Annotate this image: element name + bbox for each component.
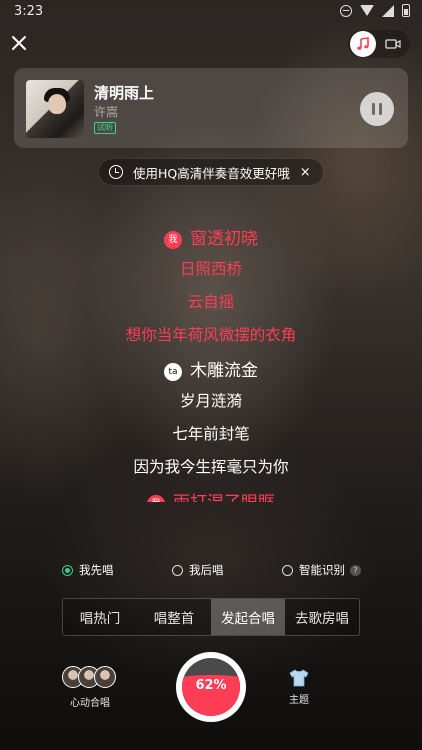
lyric-text: 七年前封笔	[172, 425, 250, 443]
wifi-icon	[360, 5, 374, 16]
lyric-line: ta 木雕流金	[0, 356, 422, 381]
lyric-line: 我窗透初晓	[0, 224, 422, 249]
record-progress: 62%	[182, 658, 240, 716]
lyric-text: 云自摇	[187, 293, 235, 311]
lyric-text: 窗透初晓	[190, 229, 258, 249]
lyrics-panel: 我窗透初晓 日照西桥 云自摇 想你当年荷风微摆的衣角 ta 木雕流金 岁月涟漪 七年前封笔 因为…	[0, 220, 422, 502]
close-icon	[12, 36, 26, 50]
song-artist: 许嵩	[94, 105, 119, 119]
record-progress-label: 62%	[195, 678, 227, 693]
radio-smart-detect[interactable]	[282, 564, 293, 576]
hq-tip[interactable]: 使用HQ高清伴奏音效更好哦 ×	[98, 158, 324, 186]
option-smart-detect[interactable]: 智能识别 ?	[282, 562, 361, 578]
lyric-line: 我 雨打湿了眼眶	[0, 488, 422, 502]
mode-switch[interactable]	[348, 30, 410, 58]
avatar	[94, 666, 116, 688]
lyric-line: 因为我今生挥毫只为你	[0, 455, 422, 477]
hq-tip-text: 使用HQ高清伴奏音效更好哦	[133, 165, 290, 181]
signal-icon	[382, 4, 394, 17]
status-bar: 3:23	[0, 0, 422, 24]
option-sing-first[interactable]: 我先唱	[62, 562, 114, 578]
battery-icon	[402, 4, 410, 17]
duet-avatars	[62, 666, 118, 690]
radio-sing-first[interactable]	[62, 564, 73, 576]
hq-tip-close-button[interactable]: ×	[300, 165, 311, 180]
my-part-tag: 我	[164, 231, 182, 249]
option-label: 我后唱	[189, 563, 224, 577]
lyric-text: 岁月涟漪	[179, 392, 242, 410]
sing-mode-tabs: 唱热门 唱整首 发起合唱 去歌房唱	[62, 598, 360, 636]
theme-button[interactable]: 主题	[284, 668, 314, 706]
lyric-line: 云自摇	[0, 290, 422, 312]
option-label: 我先唱	[79, 563, 114, 577]
shirt-icon	[288, 668, 310, 688]
option-sing-after[interactable]: 我后唱	[172, 562, 224, 578]
bottom-bar: 心动合唱 62% 主题	[0, 650, 422, 750]
radio-sing-after[interactable]	[172, 564, 183, 576]
hq-info-icon	[109, 165, 123, 179]
music-note-icon	[357, 37, 369, 50]
option-label: 智能识别	[299, 563, 345, 577]
my-part-tag: 我	[147, 495, 165, 502]
video-mode-button[interactable]	[380, 31, 406, 57]
video-icon	[385, 39, 401, 49]
preview-badge: 试听	[94, 122, 116, 134]
audio-mode-button[interactable]	[350, 31, 376, 57]
lyric-line: 七年前封笔	[0, 422, 422, 444]
record-button[interactable]: 62%	[176, 652, 246, 722]
tab-start-duet[interactable]: 发起合唱	[211, 599, 285, 635]
lyric-text: 日照西桥	[179, 260, 242, 278]
tab-go-room[interactable]: 去歌房唱	[285, 599, 359, 635]
do-not-disturb-icon	[340, 4, 352, 17]
duet-button[interactable]: 心动合唱	[62, 666, 118, 709]
lyric-text: 木雕流金	[190, 361, 258, 381]
lyric-text: 想你当年荷风微摆的衣角	[125, 326, 297, 344]
theme-label: 主题	[289, 695, 309, 706]
pause-button[interactable]	[360, 92, 394, 126]
close-button[interactable]	[8, 32, 30, 54]
lyric-line: 岁月涟漪	[0, 389, 422, 411]
lyric-text: 因为我今生挥毫只为你	[133, 458, 289, 476]
song-card[interactable]: 清明雨上 许嵩 试听	[14, 68, 408, 148]
status-time: 3:23	[14, 4, 44, 19]
lyric-line: 想你当年荷风微摆的衣角	[0, 323, 422, 345]
pause-icon	[372, 103, 375, 115]
tab-sing-hot[interactable]: 唱热门	[63, 599, 137, 635]
song-title: 清明雨上	[94, 84, 155, 102]
duet-label: 心动合唱	[70, 698, 110, 709]
album-cover	[26, 80, 84, 138]
status-icons	[340, 4, 410, 17]
lyric-line: 日照西桥	[0, 257, 422, 279]
sing-order-options: 我先唱 我后唱 智能识别 ?	[0, 562, 422, 582]
help-icon[interactable]: ?	[350, 564, 361, 576]
tab-sing-full[interactable]: 唱整首	[137, 599, 211, 635]
ta-part-tag: ta	[164, 363, 182, 381]
lyric-text: 雨打湿了眼眶	[173, 488, 275, 502]
